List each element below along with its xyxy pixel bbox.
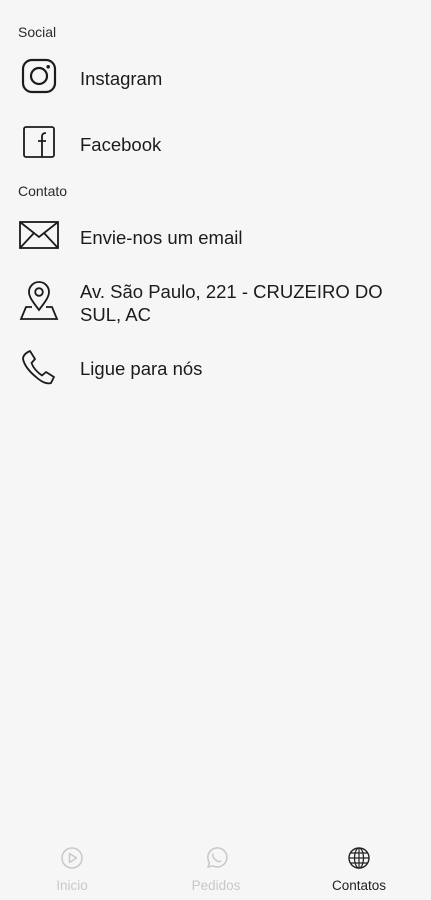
facebook-link[interactable]: Facebook [0, 124, 431, 164]
email-link[interactable]: Envie-nos um email [0, 218, 431, 258]
instagram-label: Instagram [80, 68, 163, 89]
tab-pedidos[interactable]: Pedidos [144, 832, 288, 900]
play-circle-icon [0, 846, 144, 870]
tab-inicio-label: Inicio [56, 878, 88, 893]
instagram-link[interactable]: Instagram [0, 58, 431, 98]
map-pin-icon [18, 280, 60, 322]
bottom-tab-bar: Inicio Pedidos Contatos [0, 832, 431, 900]
globe-icon [287, 846, 431, 870]
envelope-icon [18, 218, 60, 254]
tab-inicio[interactable]: Inicio [0, 832, 144, 900]
phone-link[interactable]: Ligue para nós [0, 348, 431, 388]
section-title-contact: Contato [18, 183, 68, 199]
facebook-icon [18, 124, 60, 160]
instagram-icon [18, 58, 60, 94]
section-title-social: Social [18, 24, 57, 40]
address-link[interactable]: Av. São Paulo, 221 - CRUZEIRO DO SUL, AC [0, 280, 431, 330]
email-label: Envie-nos um email [80, 227, 243, 248]
tab-contatos-label: Contatos [331, 878, 387, 893]
phone-label: Ligue para nós [80, 358, 203, 379]
tab-contatos[interactable]: Contatos [287, 832, 431, 900]
whatsapp-icon [144, 846, 288, 870]
phone-icon [18, 348, 60, 386]
tab-pedidos-label: Pedidos [191, 878, 241, 893]
address-label: Av. São Paulo, 221 - CRUZEIRO DO SUL, AC [80, 281, 383, 325]
facebook-label: Facebook [80, 134, 162, 155]
